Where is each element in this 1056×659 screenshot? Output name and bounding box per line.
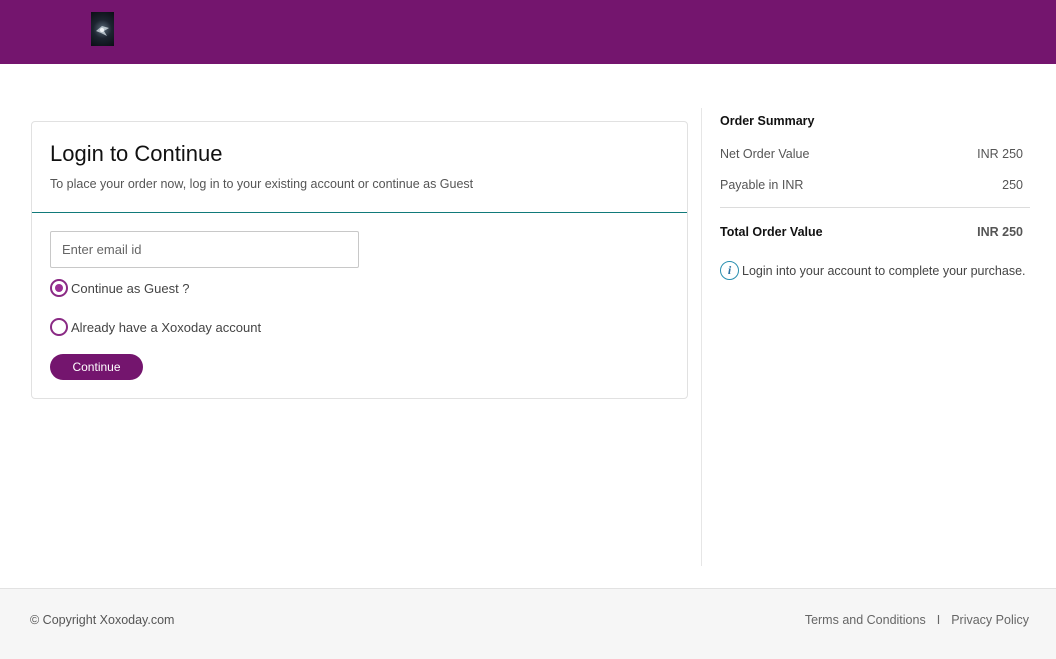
footer-links: Terms and Conditions I Privacy Policy [805, 613, 1029, 627]
guest-option-label: Continue as Guest ? [71, 280, 190, 296]
brand-logo-icon[interactable] [91, 12, 114, 46]
main-content: Login to Continue To place your order no… [0, 64, 1056, 588]
column-divider [701, 108, 702, 566]
login-subtitle: To place your order now, log in to your … [50, 177, 474, 191]
payable-row: Payable in INR 250 [720, 178, 1030, 192]
guest-radio[interactable] [50, 279, 68, 297]
continue-button[interactable]: Continue [50, 354, 143, 380]
net-order-value-label: Net Order Value [720, 147, 810, 161]
account-option-label: Already have a Xoxoday account [71, 319, 262, 335]
login-card-header: Login to Continue To place your order no… [32, 122, 687, 213]
net-order-value-amount: INR 250 [977, 147, 1023, 161]
total-order-value-row: Total Order Value INR 250 [720, 225, 1030, 239]
login-info-note: i Login into your account to complete yo… [720, 261, 1030, 280]
account-radio[interactable] [50, 318, 68, 336]
privacy-link[interactable]: Privacy Policy [951, 613, 1029, 627]
total-order-value-amount: INR 250 [977, 225, 1023, 239]
footer: © Copyright Xoxoday.com Terms and Condit… [0, 588, 1056, 659]
top-header [0, 0, 1056, 64]
login-card: Login to Continue To place your order no… [31, 121, 688, 399]
total-order-value-label: Total Order Value [720, 225, 823, 239]
copyright-text: © Copyright Xoxoday.com [30, 613, 175, 627]
login-title: Login to Continue [50, 141, 223, 166]
guest-option[interactable]: Continue as Guest ? [50, 278, 669, 298]
payable-amount: 250 [1002, 178, 1023, 192]
terms-link[interactable]: Terms and Conditions [805, 613, 926, 627]
summary-divider [720, 207, 1030, 208]
login-info-text: Login into your account to complete your… [742, 263, 1026, 278]
email-input[interactable] [50, 231, 359, 268]
info-icon: i [720, 261, 739, 280]
login-form: Continue as Guest ? Already have a Xoxod… [32, 213, 687, 398]
order-summary-title: Order Summary [720, 114, 815, 128]
footer-separator: I [936, 613, 941, 627]
net-order-value-row: Net Order Value INR 250 [720, 147, 1030, 161]
payable-label: Payable in INR [720, 178, 804, 192]
account-option[interactable]: Already have a Xoxoday account [50, 317, 669, 337]
order-summary: Order Summary Net Order Value INR 250 Pa… [720, 114, 1030, 280]
